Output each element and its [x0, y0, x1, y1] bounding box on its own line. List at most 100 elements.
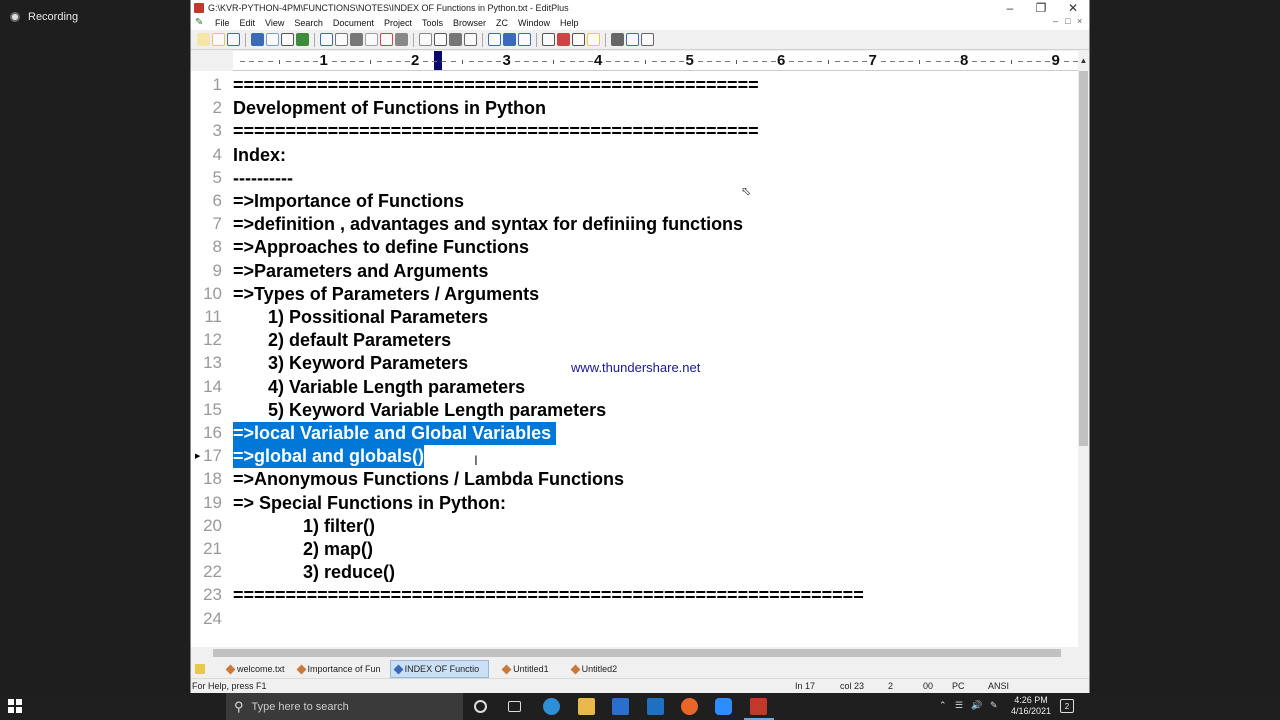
- network-icon[interactable]: ☰: [955, 700, 963, 711]
- code-line[interactable]: 2) default Parameters: [233, 329, 451, 352]
- mdi-restore-icon[interactable]: □: [1065, 16, 1070, 26]
- spell-check-icon[interactable]: [296, 33, 309, 46]
- hex-viewer-icon[interactable]: [641, 33, 654, 46]
- code-line[interactable]: 2) map(): [233, 538, 373, 561]
- minimize-icon[interactable]: –: [994, 0, 1026, 16]
- taskbar-clock[interactable]: 4:26 PM 4/16/2021: [1006, 695, 1056, 717]
- print-preview-icon[interactable]: [266, 33, 279, 46]
- go-to-icon[interactable]: [488, 33, 501, 46]
- code-line[interactable]: => Special Functions in Python:: [233, 492, 506, 515]
- code-line[interactable]: =>Importance of Functions: [233, 190, 464, 213]
- browser-icon[interactable]: [626, 33, 639, 46]
- scroll-up-arrow-icon[interactable]: ▲: [1078, 51, 1089, 71]
- zoom-icon[interactable]: [715, 698, 732, 715]
- paste-icon[interactable]: [365, 33, 378, 46]
- menu-document[interactable]: Document: [328, 18, 379, 28]
- cut-icon[interactable]: [335, 33, 348, 46]
- find-icon[interactable]: [434, 33, 447, 46]
- windows-start-icon[interactable]: [8, 699, 22, 713]
- copy-icon[interactable]: [350, 33, 363, 46]
- menu-window[interactable]: Window: [513, 18, 555, 28]
- restore-icon[interactable]: ❐: [1025, 0, 1057, 16]
- code-line[interactable]: ========================================…: [233, 584, 864, 607]
- notification-icon[interactable]: 2: [1060, 699, 1074, 713]
- mdi-minimize-icon[interactable]: –: [1053, 16, 1058, 26]
- code-line[interactable]: =>Anonymous Functions / Lambda Functions: [233, 468, 624, 491]
- cliptext-icon[interactable]: [572, 33, 585, 46]
- vertical-scrollbar[interactable]: [1078, 71, 1089, 649]
- code-line[interactable]: 3) Keyword Parameters: [233, 352, 468, 375]
- menu-edit[interactable]: Edit: [235, 18, 261, 28]
- replace-icon[interactable]: [449, 33, 462, 46]
- file-tab[interactable]: Untitled2: [568, 661, 627, 677]
- code-line[interactable]: =>local Variable and Global Variables: [233, 422, 557, 445]
- file-tab[interactable]: INDEX OF Functio: [389, 660, 490, 678]
- menu-project[interactable]: Project: [379, 18, 417, 28]
- store-icon[interactable]: [612, 698, 629, 715]
- word-wrap-icon[interactable]: [503, 33, 516, 46]
- mdi-close-icon[interactable]: ×: [1077, 16, 1082, 26]
- open-file-icon[interactable]: [212, 33, 225, 46]
- menu-zc[interactable]: ZC: [491, 18, 513, 28]
- file-explorer-icon[interactable]: [578, 698, 595, 715]
- horizontal-scroll-thumb[interactable]: [213, 649, 1061, 657]
- menu-browser[interactable]: Browser: [448, 18, 491, 28]
- directory-icon[interactable]: [587, 33, 600, 46]
- volume-icon[interactable]: 🔊: [971, 700, 982, 711]
- file-tab-label: Untitled1: [513, 664, 549, 674]
- tray-chevron-icon[interactable]: ⌃: [939, 700, 947, 711]
- menu-search[interactable]: Search: [289, 18, 328, 28]
- cortana-icon[interactable]: [474, 700, 487, 713]
- column-select-icon[interactable]: [557, 33, 570, 46]
- code-line[interactable]: 4) Variable Length parameters: [233, 376, 525, 399]
- folder-icon[interactable]: [195, 664, 205, 674]
- browser-preview-icon[interactable]: [320, 33, 333, 46]
- close-icon[interactable]: ✕: [1057, 0, 1089, 16]
- menu-file[interactable]: File: [210, 18, 235, 28]
- taskbar-search-box[interactable]: ⚲ Type here to search: [226, 693, 463, 720]
- firefox-icon[interactable]: [681, 698, 698, 715]
- output-window-icon[interactable]: [611, 33, 624, 46]
- menu-view[interactable]: View: [260, 18, 289, 28]
- code-line[interactable]: Development of Functions in Python: [233, 97, 546, 120]
- file-tab[interactable]: Untitled1: [499, 661, 558, 677]
- redo-icon[interactable]: [419, 33, 432, 46]
- print-icon[interactable]: [281, 33, 294, 46]
- editplus-icon[interactable]: [750, 698, 767, 715]
- undo-icon[interactable]: [395, 33, 408, 46]
- code-line[interactable]: =>Approaches to define Functions: [233, 236, 529, 259]
- line-number-icon[interactable]: [542, 33, 555, 46]
- code-line[interactable]: =>Parameters and Arguments: [233, 260, 488, 283]
- delete-icon[interactable]: [380, 33, 393, 46]
- title-bar[interactable]: G:\KVR-PYTHON-4PM\FUNCTIONS\NOTES\INDEX …: [191, 0, 1089, 16]
- vertical-scroll-thumb[interactable]: [1079, 71, 1088, 446]
- code-line[interactable]: =>definition , advantages and syntax for…: [233, 213, 743, 236]
- save-all-icon[interactable]: [251, 33, 264, 46]
- edge-icon[interactable]: [543, 698, 560, 715]
- task-view-icon[interactable]: [508, 701, 521, 712]
- code-line[interactable]: 5) Keyword Variable Length parameters: [233, 399, 606, 422]
- code-line[interactable]: ========================================…: [233, 120, 759, 143]
- file-tab[interactable]: Importance of Fun: [294, 661, 390, 677]
- code-line[interactable]: 1) filter(): [233, 515, 375, 538]
- code-line[interactable]: 1) Possitional Parameters: [233, 306, 488, 329]
- ruler-number: 9: [1051, 52, 1060, 69]
- code-line[interactable]: 3) reduce(): [233, 561, 395, 584]
- mail-icon[interactable]: [647, 698, 664, 715]
- new-file-icon[interactable]: [197, 33, 210, 46]
- file-tab[interactable]: welcome.txt: [223, 661, 294, 677]
- find-in-files-icon[interactable]: [464, 33, 477, 46]
- code-line[interactable]: Index:: [233, 144, 286, 167]
- code-line[interactable]: =>global and globals(): [233, 445, 425, 469]
- code-line[interactable]: ========================================…: [233, 74, 759, 97]
- menu-help[interactable]: Help: [555, 18, 584, 28]
- save-icon[interactable]: [227, 33, 240, 46]
- horizontal-scrollbar[interactable]: [191, 647, 1078, 659]
- pen-tray-icon[interactable]: ✎: [990, 700, 998, 711]
- menu-tools[interactable]: Tools: [417, 18, 448, 28]
- indent-icon[interactable]: [518, 33, 531, 46]
- text-editor[interactable]: 1 2 3 4 5 6 7 8 9 10 11 12 13 14 15 16 17 18 19 20 21 22 23 24 …: [191, 71, 1078, 647]
- code-line[interactable]: ----------: [233, 167, 293, 190]
- line-number: 18: [203, 469, 222, 489]
- code-line[interactable]: =>Types of Parameters / Arguments: [233, 283, 539, 306]
